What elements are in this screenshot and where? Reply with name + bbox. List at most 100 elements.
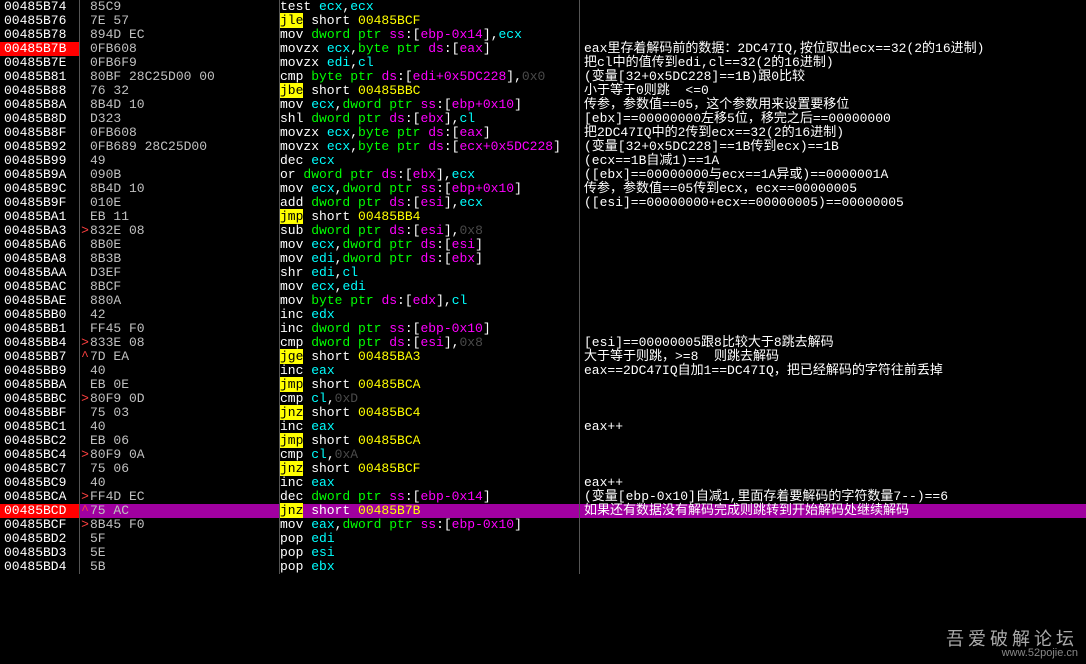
- hex-bytes-cell: 0FB608: [90, 126, 280, 140]
- disassembly-listing[interactable]: 00485B7485C9test ecx,ecx00485B767E 57jle…: [0, 0, 1086, 574]
- address-cell: 00485B92: [0, 140, 80, 154]
- comment-cell[interactable]: (变量[32+0x5DC228]==1B)跟0比较: [580, 70, 1086, 84]
- hex-bytes-cell: D323: [90, 112, 280, 126]
- comment-cell[interactable]: [580, 448, 1086, 462]
- hex-bytes-cell: D3EF: [90, 266, 280, 280]
- disassembly-row[interactable]: 00485BAC8BCFmov ecx,edi: [0, 280, 1086, 294]
- disassembly-row[interactable]: 00485BA3>832E 08sub dword ptr ds:[esi],0…: [0, 224, 1086, 238]
- comment-cell[interactable]: eax++: [580, 420, 1086, 434]
- comment-cell[interactable]: 大于等于则跳，>=8 则跳去解码: [580, 350, 1086, 364]
- comment-cell[interactable]: [580, 280, 1086, 294]
- comment-cell[interactable]: (变量[32+0x5DC228]==1B传到ecx)==1B: [580, 140, 1086, 154]
- comment-cell[interactable]: [580, 378, 1086, 392]
- disassembly-row[interactable]: 00485B920FB689 28C25D00movzx ecx,byte pt…: [0, 140, 1086, 154]
- address-cell: 00485B9A: [0, 168, 80, 182]
- comment-cell[interactable]: 把2DC47IQ中的2传到ecx==32(2的16进制): [580, 126, 1086, 140]
- hex-bytes-cell: 75 06: [90, 462, 280, 476]
- disassembly-row[interactable]: 00485BA1EB 11jmp short 00485BB4: [0, 210, 1086, 224]
- comment-cell[interactable]: [580, 14, 1086, 28]
- comment-cell[interactable]: [580, 294, 1086, 308]
- disassembly-cell: mov ecx,edi: [280, 280, 580, 294]
- comment-cell[interactable]: [580, 392, 1086, 406]
- hex-bytes-cell: 80BF 28C25D00 00: [90, 70, 280, 84]
- disassembly-row[interactable]: 00485B7B0FB608movzx ecx,byte ptr ds:[eax…: [0, 42, 1086, 56]
- comment-cell[interactable]: [580, 518, 1086, 532]
- disassembly-row[interactable]: 00485B78894D ECmov dword ptr ss:[ebp-0x1…: [0, 28, 1086, 42]
- comment-cell[interactable]: 传参，参数值==05，这个参数用来设置要移位: [580, 98, 1086, 112]
- disassembly-row[interactable]: 00485B8876 32jbe short 00485BBC小于等于0则跳 <…: [0, 84, 1086, 98]
- disassembly-cell: add dword ptr ds:[esi],ecx: [280, 196, 580, 210]
- comment-cell[interactable]: ([esi]==00000000+ecx==00000005)==0000000…: [580, 196, 1086, 210]
- comment-cell[interactable]: (变量[ebp-0x10]自减1,里面存着要解码的字符数量7--)==6: [580, 490, 1086, 504]
- comment-cell[interactable]: [580, 406, 1086, 420]
- comment-cell[interactable]: [580, 238, 1086, 252]
- disassembly-row[interactable]: 00485BA68B0Emov ecx,dword ptr ds:[esi]: [0, 238, 1086, 252]
- disassembly-row[interactable]: 00485BB4>833E 08cmp dword ptr ds:[esi],0…: [0, 336, 1086, 350]
- disassembly-row[interactable]: 00485B767E 57jle short 00485BCF: [0, 14, 1086, 28]
- comment-cell[interactable]: (ecx==1B自减1)==1A: [580, 154, 1086, 168]
- disassembly-row[interactable]: 00485BAAD3EFshr edi,cl: [0, 266, 1086, 280]
- comment-cell[interactable]: [580, 28, 1086, 42]
- comment-cell[interactable]: [580, 308, 1086, 322]
- disassembly-row[interactable]: 00485B7E0FB6F9movzx edi,cl把cl中的值传到edi,cl…: [0, 56, 1086, 70]
- comment-cell[interactable]: [580, 224, 1086, 238]
- comment-cell[interactable]: 如果还有数据没有解码完成则跳转到开始解码处继续解码: [580, 504, 1086, 518]
- disassembly-row[interactable]: 00485BAE880Amov byte ptr ds:[edx],cl: [0, 294, 1086, 308]
- disassembly-row[interactable]: 00485BA88B3Bmov edi,dword ptr ds:[ebx]: [0, 252, 1086, 266]
- disassembly-row[interactable]: 00485B9949dec ecx(ecx==1B自减1)==1A: [0, 154, 1086, 168]
- comment-cell[interactable]: [esi]==00000005跟8比较大于8跳去解码: [580, 336, 1086, 350]
- disassembly-row[interactable]: 00485BCA>FF4D ECdec dword ptr ss:[ebp-0x…: [0, 490, 1086, 504]
- comment-cell[interactable]: [580, 462, 1086, 476]
- disassembly-row[interactable]: 00485BC4>80F9 0Acmp cl,0xA: [0, 448, 1086, 462]
- comment-cell[interactable]: 小于等于0则跳 <=0: [580, 84, 1086, 98]
- comment-cell[interactable]: ([ebx]==00000000与ecx==1A异或)==0000001A: [580, 168, 1086, 182]
- comment-cell[interactable]: [580, 560, 1086, 574]
- comment-cell[interactable]: [580, 0, 1086, 14]
- disassembly-row[interactable]: 00485B9C8B4D 10mov ecx,dword ptr ss:[ebp…: [0, 182, 1086, 196]
- disassembly-row[interactable]: 00485BD25Fpop edi: [0, 532, 1086, 546]
- comment-cell[interactable]: [ebx]==00000000左移5位，移完之后==00000000: [580, 112, 1086, 126]
- disassembly-row[interactable]: 00485BC775 06jnz short 00485BCF: [0, 462, 1086, 476]
- disassembly-row[interactable]: 00485BB7^7D EAjge short 00485BA3大于等于则跳，>…: [0, 350, 1086, 364]
- disassembly-row[interactable]: 00485BBF75 03jnz short 00485BC4: [0, 406, 1086, 420]
- comment-cell[interactable]: 把cl中的值传到edi,cl==32(2的16进制): [580, 56, 1086, 70]
- disassembly-cell: jmp short 00485BCA: [280, 434, 580, 448]
- disassembly-row[interactable]: 00485B8180BF 28C25D00 00cmp byte ptr ds:…: [0, 70, 1086, 84]
- comment-cell[interactable]: [580, 252, 1086, 266]
- disassembly-cell: mov ecx,dword ptr ss:[ebp+0x10]: [280, 182, 580, 196]
- disassembly-row[interactable]: 00485BC140inc eaxeax++: [0, 420, 1086, 434]
- disassembly-row[interactable]: 00485B8DD323shl dword ptr ds:[ebx],cl[eb…: [0, 112, 1086, 126]
- disassembly-row[interactable]: 00485B7485C9test ecx,ecx: [0, 0, 1086, 14]
- comment-cell[interactable]: eax==2DC47IQ自加1==DC47IQ，把已经解码的字符往前丢掉: [580, 364, 1086, 378]
- address-cell: 00485BBF: [0, 406, 80, 420]
- disassembly-row[interactable]: 00485B9A090Bor dword ptr ds:[ebx],ecx([e…: [0, 168, 1086, 182]
- disassembly-row[interactable]: 00485B8F0FB608movzx ecx,byte ptr ds:[eax…: [0, 126, 1086, 140]
- comment-cell[interactable]: 传参，参数值==05传到ecx，ecx==00000005: [580, 182, 1086, 196]
- comment-cell[interactable]: [580, 532, 1086, 546]
- jump-arrow-gutter: [80, 126, 90, 140]
- disassembly-row[interactable]: 00485BBAEB 0Ejmp short 00485BCA: [0, 378, 1086, 392]
- disassembly-row[interactable]: 00485BC2EB 06jmp short 00485BCA: [0, 434, 1086, 448]
- comment-cell[interactable]: eax++: [580, 476, 1086, 490]
- disassembly-cell: dec ecx: [280, 154, 580, 168]
- disassembly-row[interactable]: 00485BB940inc eaxeax==2DC47IQ自加1==DC47IQ…: [0, 364, 1086, 378]
- comment-cell[interactable]: [580, 434, 1086, 448]
- disassembly-row[interactable]: 00485B8A8B4D 10mov ecx,dword ptr ss:[ebp…: [0, 98, 1086, 112]
- disassembly-row[interactable]: 00485BC940inc eaxeax++: [0, 476, 1086, 490]
- disassembly-row[interactable]: 00485BCF>8B45 F0mov eax,dword ptr ss:[eb…: [0, 518, 1086, 532]
- disassembly-row[interactable]: 00485BB042inc edx: [0, 308, 1086, 322]
- comment-cell[interactable]: [580, 210, 1086, 224]
- disassembly-row[interactable]: 00485BD45Bpop ebx: [0, 560, 1086, 574]
- disassembly-row[interactable]: 00485BB1FF45 F0inc dword ptr ss:[ebp-0x1…: [0, 322, 1086, 336]
- disassembly-row[interactable]: 00485BD35Epop esi: [0, 546, 1086, 560]
- disassembly-cell: inc eax: [280, 420, 580, 434]
- disassembly-row[interactable]: 00485B9F010Eadd dword ptr ds:[esi],ecx([…: [0, 196, 1086, 210]
- comment-cell[interactable]: [580, 546, 1086, 560]
- comment-cell[interactable]: [580, 266, 1086, 280]
- comment-cell[interactable]: [580, 322, 1086, 336]
- comment-cell[interactable]: eax里存着解码前的数据：2DC47IQ,按位取出ecx==32(2的16进制): [580, 42, 1086, 56]
- address-cell: 00485BCD: [0, 504, 80, 518]
- hex-bytes-cell: 75 03: [90, 406, 280, 420]
- disassembly-row[interactable]: 00485BCD^75 ACjnz short 00485B7B如果还有数据没有…: [0, 504, 1086, 518]
- disassembly-row[interactable]: 00485BBC>80F9 0Dcmp cl,0xD: [0, 392, 1086, 406]
